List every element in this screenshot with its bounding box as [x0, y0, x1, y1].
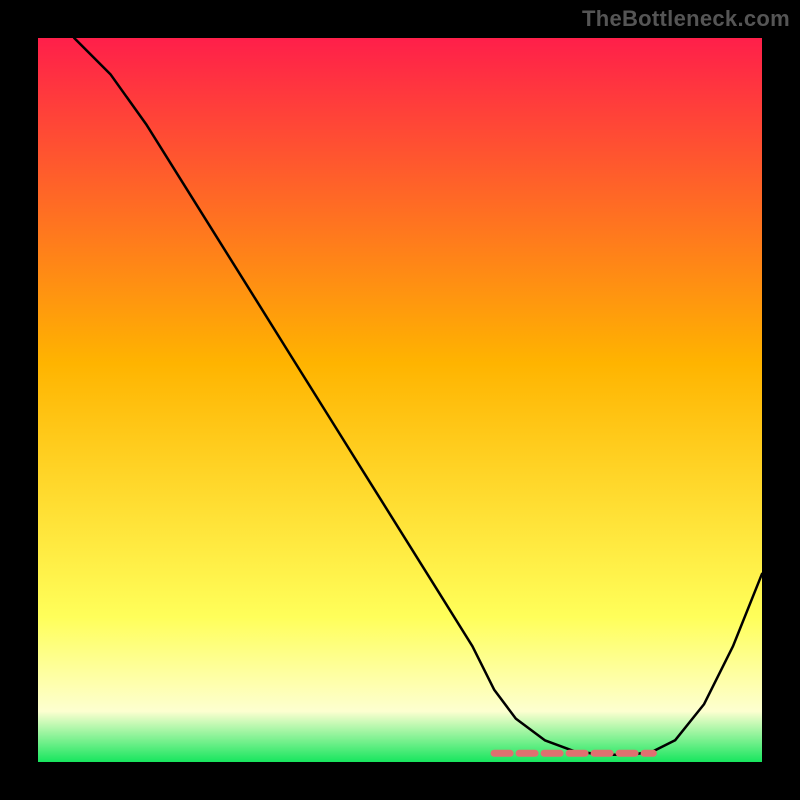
chart-svg [38, 38, 762, 762]
chart-container: TheBottleneck.com [0, 0, 800, 800]
plot-area [38, 38, 762, 762]
watermark-text: TheBottleneck.com [582, 6, 790, 32]
